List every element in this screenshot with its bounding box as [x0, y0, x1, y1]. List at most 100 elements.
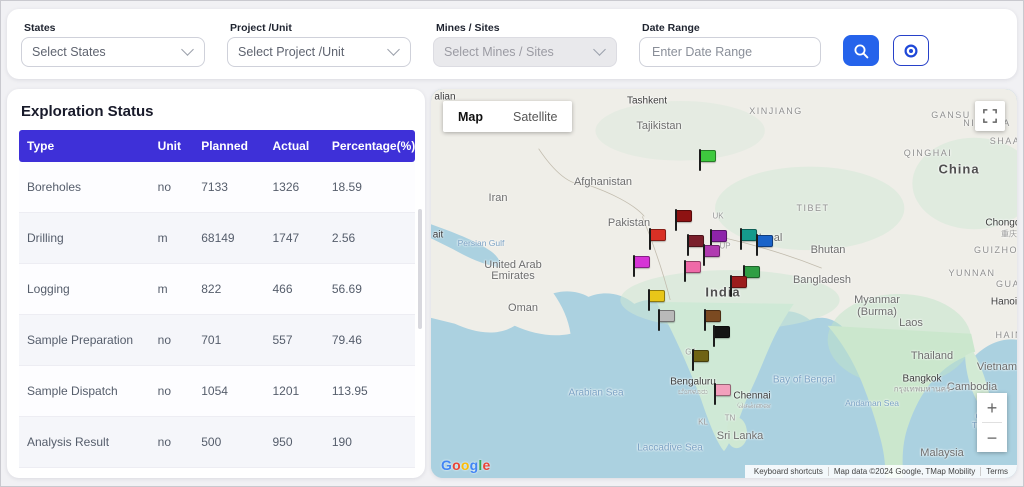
states-filter-group: States Select States [21, 22, 205, 67]
table-cell: m [150, 213, 194, 264]
exploration-status-title: Exploration Status [21, 103, 415, 120]
satellite-view-button[interactable]: Satellite [498, 101, 572, 132]
map-flag-marker[interactable] [658, 309, 676, 331]
map-label: Hanoi [991, 297, 1017, 308]
table-cell: 113.95 [324, 366, 415, 417]
zoom-out-button[interactable]: − [977, 423, 1007, 452]
table-cell: 1747 [264, 213, 323, 264]
map-label: Cambodia [947, 381, 997, 393]
google-logo-letter: e [482, 457, 490, 473]
map-label: Laos [899, 317, 923, 329]
table-cell: 1054 [193, 366, 264, 417]
mines-sites-select: Select Mines / Sites [433, 37, 617, 67]
google-logo-letter: o [452, 457, 461, 473]
map-label: Afghanistan [574, 176, 632, 188]
table-cell: 190 [324, 417, 415, 468]
exploration-table: TypeUnitPlannedActualPercentage(%) Boreh… [19, 130, 415, 468]
date-range-input[interactable] [650, 44, 810, 60]
table-cell: 1201 [264, 366, 323, 417]
dashboard-page: States Select States Project /Unit Selec… [0, 0, 1024, 487]
map-flag-marker[interactable] [699, 149, 717, 171]
mines-sites-label: Mines / Sites [436, 22, 617, 34]
map-label: กรุงเทพมหานคร [894, 383, 950, 396]
table-cell: 950 [264, 417, 323, 468]
table-cell: Sample Dispatch [19, 366, 150, 417]
map-label: UK [712, 212, 723, 221]
map-label: Tajikistan [636, 120, 681, 132]
table-cell: 56.69 [324, 264, 415, 315]
map-label: Laccadive Sea [637, 443, 703, 454]
map-card: alianTashkentTajikistanXINJIANGGANSUNING… [431, 89, 1017, 478]
table-cell: no [150, 315, 194, 366]
terms-link[interactable]: Terms [980, 467, 1013, 476]
filter-actions [843, 35, 929, 66]
zoom-in-button[interactable]: + [977, 393, 1007, 422]
map-label: TN [725, 414, 736, 423]
map-flag-marker[interactable] [730, 275, 748, 297]
map-flag-marker[interactable] [648, 289, 666, 311]
map-view-button[interactable]: Map [443, 101, 498, 132]
table-cell: 79.46 [324, 315, 415, 366]
map-flag-marker[interactable] [703, 244, 721, 266]
zoom-controls: + − [977, 393, 1007, 452]
google-logo[interactable]: Google [441, 457, 490, 473]
table-cell: 1326 [264, 162, 323, 213]
table-cell: no [150, 162, 194, 213]
table-row: Sample Dispatchno10541201113.95 [19, 366, 415, 417]
fullscreen-button[interactable] [975, 101, 1005, 131]
table-cell: 500 [193, 417, 264, 468]
states-select-value: Select States [32, 45, 106, 59]
target-circle-icon [903, 43, 919, 59]
map-label: ait [433, 230, 444, 241]
mines-sites-filter-group: Mines / Sites Select Mines / Sites [433, 22, 617, 67]
search-button[interactable] [843, 35, 879, 66]
table-cell: 7133 [193, 162, 264, 213]
table-header-cell: Planned [193, 130, 264, 162]
map-flag-marker[interactable] [633, 255, 651, 277]
states-select[interactable]: Select States [21, 37, 205, 67]
table-row: Loggingm82246656.69 [19, 264, 415, 315]
map-label: SHAAN [990, 136, 1017, 146]
date-range-label: Date Range [642, 22, 821, 34]
table-row: Sample Preparationno70155779.46 [19, 315, 415, 366]
map-flag-marker[interactable] [684, 260, 702, 282]
project-unit-filter-group: Project /Unit Select Project /Unit [227, 22, 411, 67]
map-label: Vietnam [977, 361, 1017, 373]
table-cell: Drilling [19, 213, 150, 264]
table-cell: 557 [264, 315, 323, 366]
map-label: Emirates [491, 270, 534, 282]
map-label: சென்னை [737, 401, 771, 411]
map-flag-marker[interactable] [714, 383, 732, 405]
table-cell: 701 [193, 315, 264, 366]
project-unit-label: Project /Unit [230, 22, 411, 34]
map-label: Sri Lanka [717, 430, 763, 442]
map-flag-marker[interactable] [675, 209, 693, 231]
keyboard-shortcuts-link[interactable]: Keyboard shortcuts [749, 467, 828, 476]
table-scrollbar[interactable] [418, 209, 422, 329]
map-label: Pakistan [608, 217, 650, 229]
map-label: GANSU [931, 110, 971, 120]
project-unit-select-value: Select Project /Unit [238, 45, 344, 59]
table-header-cell: Actual [264, 130, 323, 162]
filter-bar: States Select States Project /Unit Selec… [7, 9, 1017, 79]
chevron-down-icon [593, 43, 606, 56]
map-label: Arabian Sea [568, 388, 623, 399]
map-label: Bhutan [811, 244, 846, 256]
table-header-cell: Type [19, 130, 150, 162]
table-header-cell: Unit [150, 130, 194, 162]
reset-button[interactable] [893, 35, 929, 66]
project-unit-select[interactable]: Select Project /Unit [227, 37, 411, 67]
map-label: Chongqi [985, 218, 1017, 229]
table-cell: 466 [264, 264, 323, 315]
google-logo-letter: G [441, 457, 452, 473]
map-label: Bay of Bengal [773, 375, 835, 386]
map-flag-marker[interactable] [713, 325, 731, 347]
map-flag-marker[interactable] [649, 228, 667, 250]
map-label: Bangladesh [793, 274, 851, 286]
map-label: Tashkent [627, 96, 667, 107]
map-label: United Arab [484, 259, 541, 271]
map-flag-marker[interactable] [756, 234, 774, 256]
map-label: HAINA [995, 330, 1017, 340]
table-row: Drillingm6814917472.56 [19, 213, 415, 264]
map-flag-marker[interactable] [692, 349, 710, 371]
